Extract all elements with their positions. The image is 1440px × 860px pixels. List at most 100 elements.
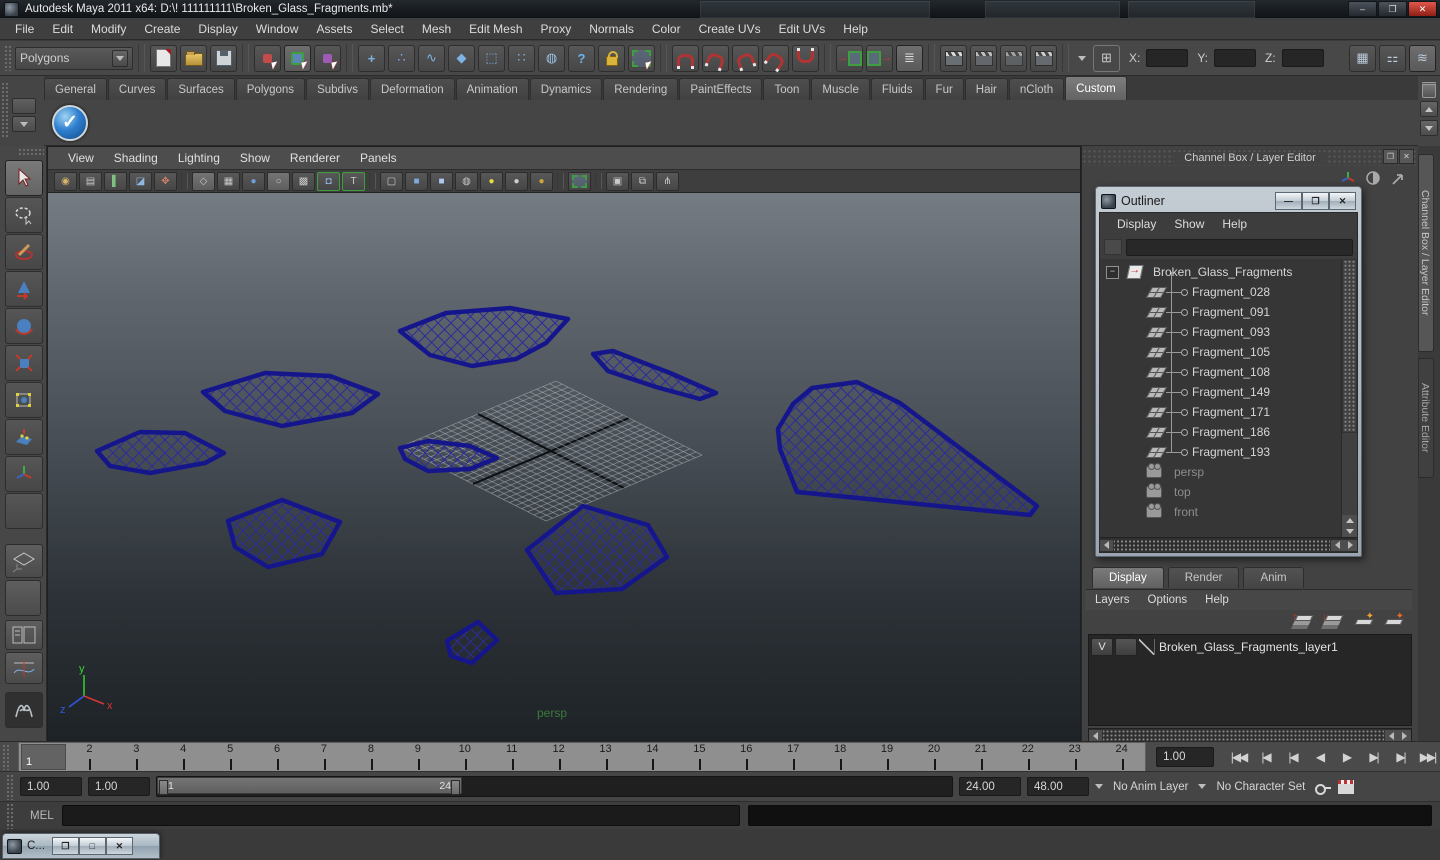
gray-light-icon[interactable]: ● bbox=[505, 171, 528, 191]
menu-help[interactable]: Help bbox=[834, 19, 877, 39]
frame-cell[interactable]: 11 bbox=[488, 743, 535, 771]
separator[interactable] bbox=[346, 44, 353, 72]
scroll-up-icon[interactable] bbox=[1342, 515, 1357, 526]
2d-pan-zoom-icon[interactable]: ✥ bbox=[154, 171, 177, 191]
outliner-item-camera[interactable]: top bbox=[1100, 482, 1341, 502]
shelf-tab-menu-button[interactable] bbox=[12, 98, 36, 114]
absolute-transform-icon[interactable]: ⊞ bbox=[1093, 44, 1120, 72]
render-view-icon[interactable] bbox=[940, 44, 967, 72]
highlight-selection-icon[interactable] bbox=[628, 44, 655, 72]
coord-entry-mode-chevron-icon[interactable] bbox=[1078, 55, 1086, 61]
shelf-item-menu-button[interactable] bbox=[12, 116, 36, 132]
snap-to-curve-icon[interactable] bbox=[702, 44, 729, 72]
frame-cell[interactable]: 5 bbox=[207, 743, 254, 771]
create-empty-layer-icon[interactable]: ✦ bbox=[1352, 611, 1374, 628]
select-hierarchy-icon[interactable] bbox=[254, 44, 281, 72]
construction-history-icon[interactable]: ≣ bbox=[896, 44, 923, 72]
gold-light-icon[interactable]: ● bbox=[530, 171, 553, 191]
status-line-grip[interactable] bbox=[4, 45, 12, 71]
maximize-button[interactable]: ❐ bbox=[1302, 192, 1329, 210]
layers-menu[interactable]: Layers bbox=[1086, 591, 1139, 609]
frame-cell[interactable]: 21 bbox=[957, 743, 1004, 771]
yellow-light-icon[interactable]: ● bbox=[480, 171, 503, 191]
fragment-mesh[interactable] bbox=[225, 497, 343, 570]
separator[interactable] bbox=[138, 44, 145, 72]
move-tool-button[interactable] bbox=[5, 271, 43, 307]
menu-normals[interactable]: Normals bbox=[580, 19, 643, 39]
outliner-window[interactable]: Outliner — ❐ ✕ Display Show Help − → Bro… bbox=[1095, 186, 1362, 557]
go-to-end-button[interactable]: ▶▶| bbox=[1415, 745, 1440, 769]
shelf-grip[interactable] bbox=[1, 82, 9, 138]
outliner-root-item[interactable]: − Broken_Glass_Fragments bbox=[1100, 262, 1341, 282]
soft-modification-tool-button[interactable] bbox=[5, 419, 43, 455]
frame-cell[interactable]: 12 bbox=[535, 743, 582, 771]
help-menu[interactable]: Help bbox=[1213, 214, 1256, 234]
step-back-frame-button[interactable]: |◀ bbox=[1280, 745, 1305, 769]
tab-display[interactable]: Display bbox=[1092, 567, 1164, 588]
outliner-search-input[interactable] bbox=[1126, 238, 1353, 256]
node-label[interactable]: front bbox=[1162, 505, 1198, 519]
layout-four-pane-button[interactable] bbox=[5, 580, 41, 616]
playback-range-bar[interactable]: 1 24 bbox=[157, 777, 462, 795]
mask-deformations-icon[interactable]: ⬚ bbox=[478, 44, 505, 72]
maya-logo-button[interactable] bbox=[5, 692, 43, 728]
restore-button[interactable]: ❐ bbox=[51, 837, 79, 855]
shelf-tab-custom[interactable]: Custom bbox=[1065, 76, 1127, 100]
panel-menu-view[interactable]: View bbox=[58, 149, 104, 167]
layer-display-type-box[interactable] bbox=[1139, 639, 1155, 655]
close-panel-icon[interactable]: ✕ bbox=[1399, 149, 1414, 164]
mask-points-icon[interactable]: ∴ bbox=[388, 44, 415, 72]
minimize-button[interactable]: — bbox=[1275, 192, 1302, 210]
playback-start-field[interactable]: 1.00 bbox=[88, 777, 150, 796]
custom-shelf-check-icon[interactable]: ✓ bbox=[52, 104, 88, 141]
scale-tool-button[interactable] bbox=[5, 345, 43, 381]
outliner-title-bar[interactable]: Outliner — ❐ ✕ bbox=[1099, 190, 1358, 212]
mask-handles-icon[interactable]: + bbox=[358, 44, 385, 72]
menu-create[interactable]: Create bbox=[135, 19, 189, 39]
camera-attributes-icon[interactable]: ▤ bbox=[79, 171, 102, 191]
manip-axis-icon[interactable] bbox=[1340, 170, 1356, 186]
shelf-tab-general[interactable]: General bbox=[44, 78, 107, 100]
outliner-item[interactable]: Fragment_093 bbox=[1100, 322, 1341, 342]
minimized-window[interactable]: C... ❐ □ ✕ bbox=[2, 833, 160, 859]
show-menu[interactable]: Show bbox=[1165, 214, 1213, 234]
tab-attribute-editor[interactable]: Attribute Editor bbox=[1418, 358, 1434, 478]
menu-window[interactable]: Window bbox=[247, 19, 308, 39]
play-backwards-button[interactable]: ◀ bbox=[1307, 745, 1332, 769]
frame-cell[interactable]: 7 bbox=[301, 743, 348, 771]
tab-channel-box-layer-editor[interactable]: Channel Box / Layer Editor bbox=[1418, 154, 1434, 352]
character-set-selector[interactable]: No Character Set bbox=[1212, 777, 1309, 796]
range-end-handle[interactable] bbox=[451, 780, 460, 795]
mask-rendering-icon[interactable]: ◍ bbox=[538, 44, 565, 72]
animation-start-field[interactable]: 1.00 bbox=[20, 777, 82, 796]
shelf-tab-fur[interactable]: Fur bbox=[924, 78, 964, 100]
mask-surfaces-icon[interactable]: ◆ bbox=[448, 44, 475, 72]
lights-display-icon[interactable]: ▩ bbox=[292, 171, 315, 191]
x-coord-input[interactable] bbox=[1146, 49, 1189, 67]
outliner-item[interactable]: Fragment_105 bbox=[1100, 342, 1341, 362]
shelf-tab-deformation[interactable]: Deformation bbox=[369, 78, 455, 100]
open-scene-icon[interactable] bbox=[180, 44, 207, 72]
layer-name[interactable]: Broken_Glass_Fragments_layer1 bbox=[1157, 640, 1338, 654]
shadows-display-icon[interactable]: ◘ bbox=[317, 171, 340, 191]
menu-modify[interactable]: Modify bbox=[82, 19, 135, 39]
chevron-down-icon[interactable] bbox=[1095, 784, 1103, 789]
lasso-tool-button[interactable] bbox=[5, 197, 43, 233]
toolbox-grip[interactable] bbox=[18, 148, 44, 156]
panel-menu-panels[interactable]: Panels bbox=[350, 149, 407, 167]
menu-select[interactable]: Select bbox=[361, 19, 412, 39]
lock-selection-icon[interactable] bbox=[598, 44, 625, 72]
command-line-grip[interactable] bbox=[6, 802, 14, 829]
shelf-tab-curves[interactable]: Curves bbox=[107, 78, 167, 100]
shelf-tab-surfaces[interactable]: Surfaces bbox=[167, 78, 235, 100]
outliner-item[interactable]: Fragment_193 bbox=[1100, 442, 1341, 462]
scroll-down-icon[interactable] bbox=[1342, 526, 1357, 537]
outliner-vscrollbar[interactable] bbox=[1341, 259, 1357, 537]
output-connections-icon[interactable]: → bbox=[866, 44, 893, 72]
frame-cell[interactable]: 9 bbox=[394, 743, 441, 771]
minimize-button[interactable]: – bbox=[1348, 1, 1377, 17]
layer-row[interactable]: V Broken_Glass_Fragments_layer1 bbox=[1089, 635, 1411, 659]
separator[interactable] bbox=[824, 44, 831, 72]
panel-menu-lighting[interactable]: Lighting bbox=[168, 149, 230, 167]
shelf-scroll-up-button[interactable] bbox=[1420, 101, 1438, 117]
